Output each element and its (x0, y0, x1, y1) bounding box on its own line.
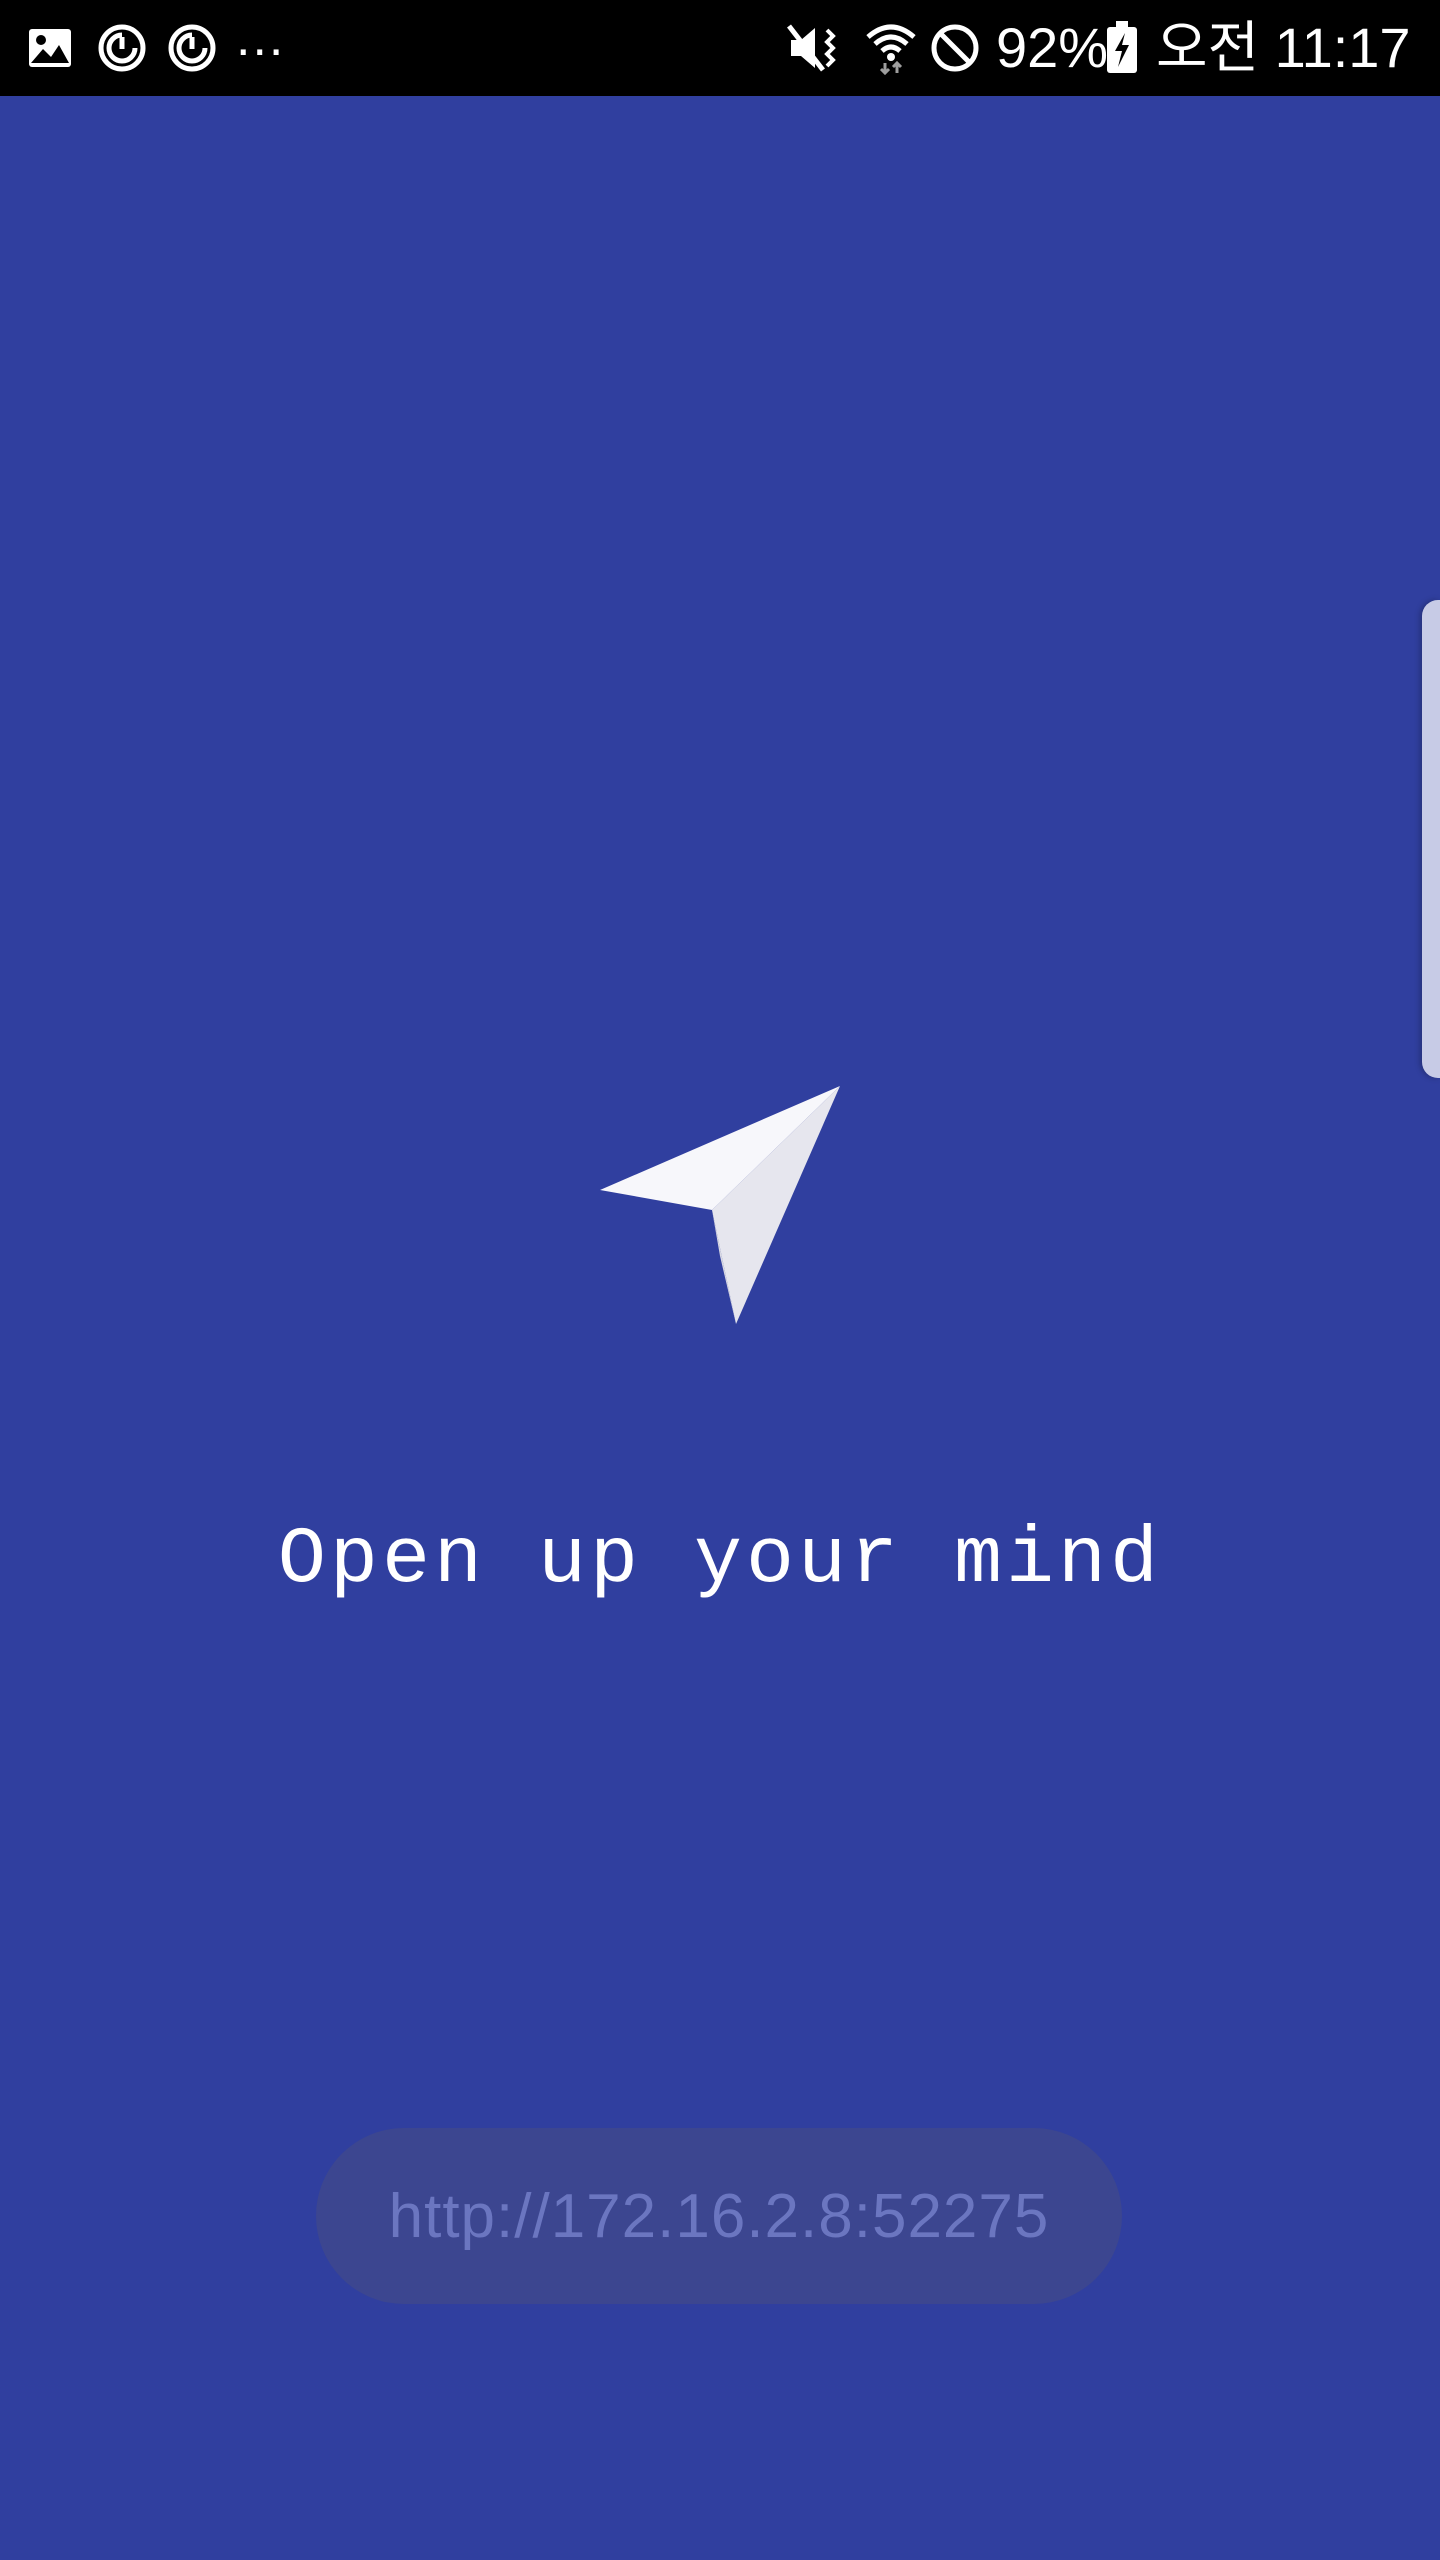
status-bar: ... 92% 오전 11:17 (0, 0, 1440, 96)
server-url-text: http://172.16.2.8:52275 (388, 2181, 1050, 2251)
blocked-icon (928, 22, 982, 74)
splash-screen: ... 92% 오전 11:17 Open up your mind http:… (0, 0, 1440, 2560)
wifi-icon (864, 22, 918, 75)
server-url-button[interactable]: http://172.16.2.8:52275 (316, 2128, 1122, 2304)
sync-icon (166, 22, 218, 74)
clock: 오전 11:17 (1156, 16, 1411, 79)
battery-percent: 92% (996, 16, 1109, 79)
edge-panel-handle[interactable] (1422, 600, 1440, 1078)
gallery-icon (26, 22, 74, 74)
tagline: Open up your mind (277, 1515, 1163, 1606)
paper-plane-icon (594, 1080, 844, 1330)
battery-charging-icon (1104, 21, 1140, 74)
sync-icon (96, 22, 148, 74)
more-notifications-icon: ... (236, 9, 286, 67)
mute-icon (786, 22, 846, 74)
